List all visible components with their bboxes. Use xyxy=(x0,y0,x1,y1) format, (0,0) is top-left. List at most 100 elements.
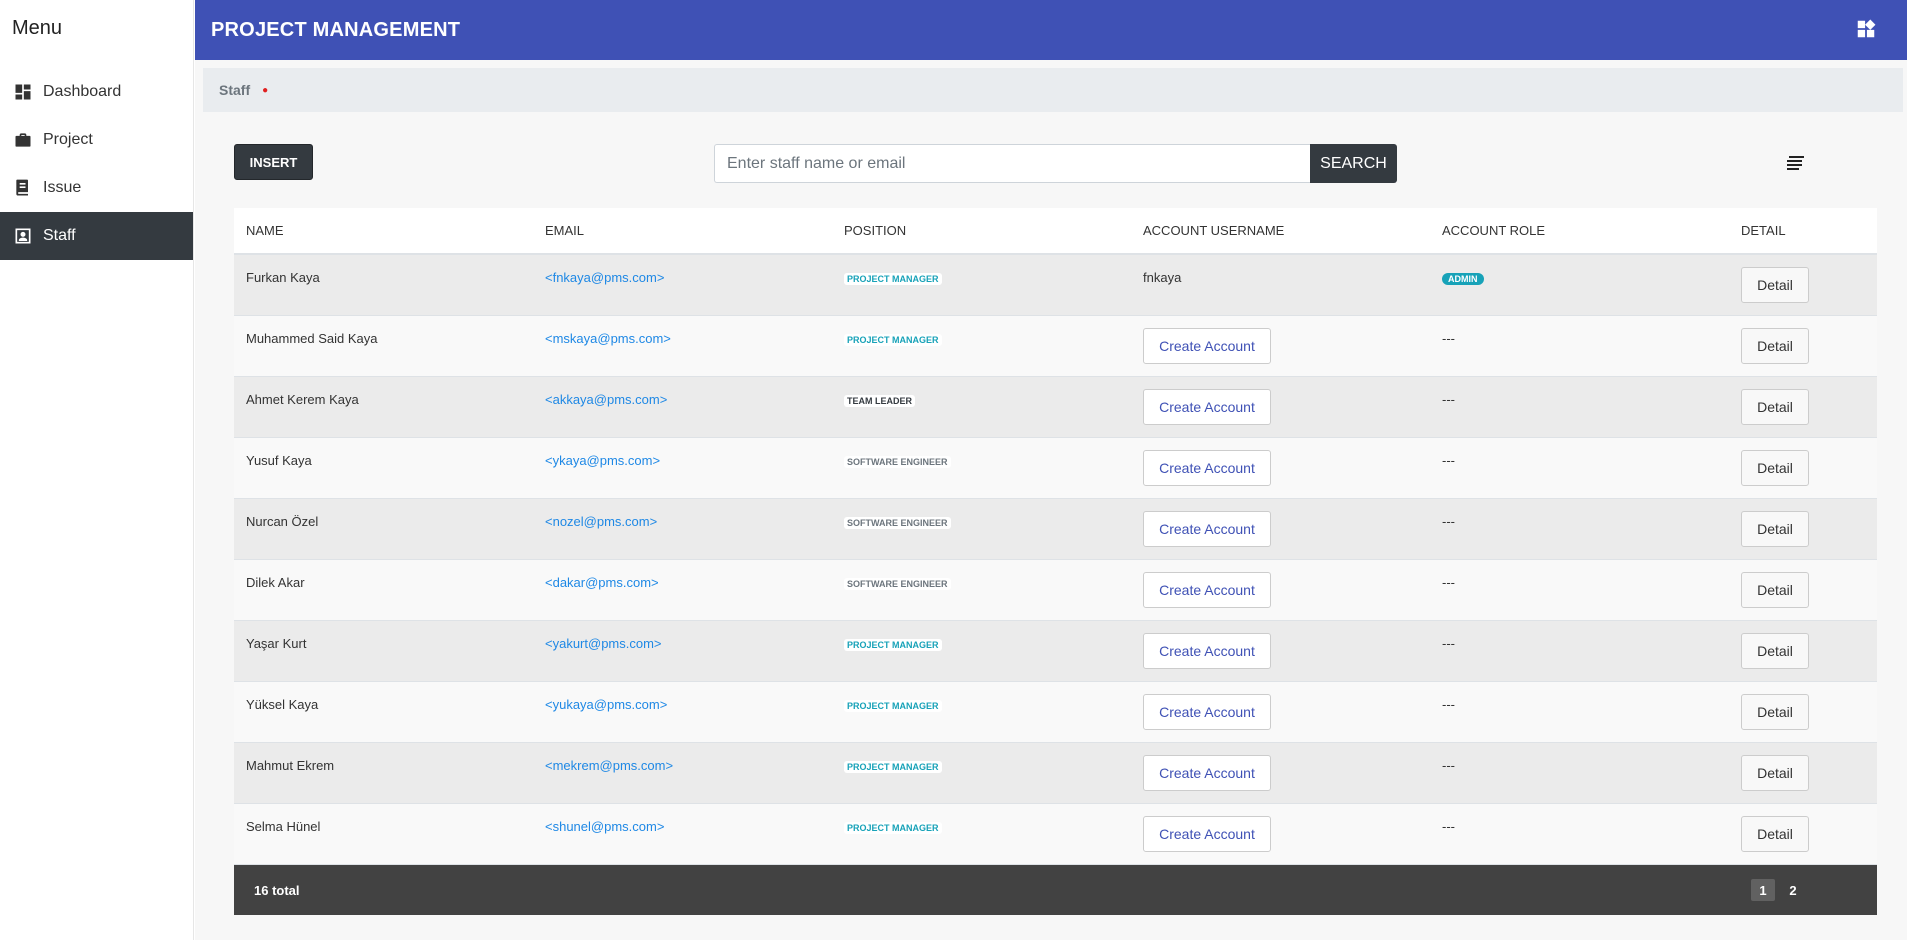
create-account-button[interactable]: Create Account xyxy=(1143,572,1271,608)
staff-email[interactable]: <yukaya@pms.com> xyxy=(545,697,667,712)
staff-email[interactable]: <mskaya@pms.com> xyxy=(545,331,671,346)
staff-email[interactable]: <ykaya@pms.com> xyxy=(545,453,660,468)
staff-table: NAME EMAIL POSITION ACCOUNT USERNAME ACC… xyxy=(234,208,1877,865)
search-input[interactable] xyxy=(714,144,1310,183)
dashboard-icon xyxy=(13,82,33,102)
create-account-button[interactable]: Create Account xyxy=(1143,511,1271,547)
position-badge: PROJECT MANAGER xyxy=(844,273,942,285)
total-count: 16 total xyxy=(254,882,300,898)
create-account-button[interactable]: Create Account xyxy=(1143,816,1271,852)
table-row: Yüksel Kaya <yukaya@pms.com> PROJECT MAN… xyxy=(234,682,1877,743)
create-account-button[interactable]: Create Account xyxy=(1143,450,1271,486)
column-header-email: EMAIL xyxy=(545,223,585,238)
staff-name: Nurcan Özel xyxy=(246,514,319,529)
create-account-button[interactable]: Create Account xyxy=(1143,389,1271,425)
column-header-position: POSITION xyxy=(844,223,907,238)
sidebar-item-label: Dashboard xyxy=(43,83,122,100)
staff-email[interactable]: <nozel@pms.com> xyxy=(545,514,657,529)
staff-name: Yusuf Kaya xyxy=(246,453,312,468)
detail-button[interactable]: Detail xyxy=(1741,267,1809,303)
create-account-button[interactable]: Create Account xyxy=(1143,633,1271,669)
detail-button[interactable]: Detail xyxy=(1741,389,1809,425)
account-role-empty: --- xyxy=(1442,392,1455,407)
sidebar-item-staff[interactable]: Staff xyxy=(0,212,193,260)
table-row: Dilek Akar <dakar@pms.com> SOFTWARE ENGI… xyxy=(234,560,1877,621)
detail-button[interactable]: Detail xyxy=(1741,816,1809,852)
page-button-2[interactable]: 2 xyxy=(1781,879,1805,901)
detail-button[interactable]: Detail xyxy=(1741,572,1809,608)
table-row: Yaşar Kurt <yakurt@pms.com> PROJECT MANA… xyxy=(234,621,1877,682)
sidebar-item-label: Issue xyxy=(43,179,82,196)
sidebar-title: Menu xyxy=(12,17,63,39)
page-button-1[interactable]: 1 xyxy=(1751,879,1775,901)
search-button[interactable]: SEARCH xyxy=(1310,144,1397,183)
app-header: PROJECT MANAGEMENT xyxy=(195,0,1907,60)
staff-name: Yüksel Kaya xyxy=(246,697,319,712)
sidebar-list: Dashboard Project Issue Staff xyxy=(0,68,193,260)
position-badge: SOFTWARE ENGINEER xyxy=(844,456,951,468)
sidebar-item-label: Project xyxy=(43,131,93,148)
main-content: Staff ● INSERT SEARCH NAME EMAIL POSITIO… xyxy=(195,60,1907,940)
table-header: NAME EMAIL POSITION ACCOUNT USERNAME ACC… xyxy=(234,208,1877,255)
insert-button[interactable]: INSERT xyxy=(234,144,313,180)
staff-email[interactable]: <fnkaya@pms.com> xyxy=(545,270,664,285)
detail-button[interactable]: Detail xyxy=(1741,694,1809,730)
widgets-icon[interactable] xyxy=(1855,18,1877,40)
position-badge: PROJECT MANAGER xyxy=(844,822,942,834)
position-badge: PROJECT MANAGER xyxy=(844,700,942,712)
table-row: Ahmet Kerem Kaya <akkaya@pms.com> TEAM L… xyxy=(234,377,1877,438)
staff-email[interactable]: <dakar@pms.com> xyxy=(545,575,659,590)
staff-email[interactable]: <yakurt@pms.com> xyxy=(545,636,662,651)
account-role-empty: --- xyxy=(1442,758,1455,773)
column-header-account-role: ACCOUNT ROLE xyxy=(1442,223,1546,238)
staff-email[interactable]: <mekrem@pms.com> xyxy=(545,758,673,773)
table-row: Muhammed Said Kaya <mskaya@pms.com> PROJ… xyxy=(234,316,1877,377)
sidebar-item-dashboard[interactable]: Dashboard xyxy=(0,68,193,116)
pagination: 1 2 xyxy=(1745,879,1805,901)
staff-name: Muhammed Said Kaya xyxy=(246,331,378,346)
staff-icon xyxy=(13,226,33,246)
briefcase-icon xyxy=(13,130,33,150)
staff-name: Ahmet Kerem Kaya xyxy=(246,392,359,407)
staff-name: Yaşar Kurt xyxy=(246,636,307,651)
column-header-detail: DETAIL xyxy=(1741,223,1786,238)
position-badge: SOFTWARE ENGINEER xyxy=(844,578,951,590)
detail-button[interactable]: Detail xyxy=(1741,450,1809,486)
create-account-button[interactable]: Create Account xyxy=(1143,328,1271,364)
filter-list-icon[interactable] xyxy=(1786,154,1806,170)
detail-button[interactable]: Detail xyxy=(1741,755,1809,791)
search-bar: SEARCH xyxy=(714,144,1397,183)
breadcrumb-dot-icon: ● xyxy=(262,84,269,96)
account-username: fnkaya xyxy=(1143,270,1182,285)
detail-button[interactable]: Detail xyxy=(1741,633,1809,669)
staff-email[interactable]: <akkaya@pms.com> xyxy=(545,392,667,407)
account-role-empty: --- xyxy=(1442,514,1455,529)
table-footer: 16 total 1 2 xyxy=(234,865,1877,915)
app-title: PROJECT MANAGEMENT xyxy=(211,18,461,41)
detail-button[interactable]: Detail xyxy=(1741,328,1809,364)
sidebar: Menu Dashboard Project Issue Staff xyxy=(0,0,194,940)
table-row: Yusuf Kaya <ykaya@pms.com> SOFTWARE ENGI… xyxy=(234,438,1877,499)
position-badge: PROJECT MANAGER xyxy=(844,761,942,773)
staff-name: Dilek Akar xyxy=(246,575,305,590)
account-role-empty: --- xyxy=(1442,575,1455,590)
table-row: Furkan Kaya <fnkaya@pms.com> PROJECT MAN… xyxy=(234,255,1877,316)
create-account-button[interactable]: Create Account xyxy=(1143,694,1271,730)
sidebar-item-project[interactable]: Project xyxy=(0,116,193,164)
role-badge: ADMIN xyxy=(1442,273,1484,285)
position-badge: SOFTWARE ENGINEER xyxy=(844,517,951,529)
breadcrumb-current[interactable]: Staff xyxy=(219,82,250,98)
position-badge: PROJECT MANAGER xyxy=(844,639,942,651)
account-role-empty: --- xyxy=(1442,697,1455,712)
sidebar-item-label: Staff xyxy=(43,227,76,244)
position-badge: TEAM LEADER xyxy=(844,395,915,407)
table-row: Selma Hünel <shunel@pms.com> PROJECT MAN… xyxy=(234,804,1877,865)
issue-icon xyxy=(13,178,33,198)
create-account-button[interactable]: Create Account xyxy=(1143,755,1271,791)
column-header-name: NAME xyxy=(246,223,284,238)
account-role-empty: --- xyxy=(1442,453,1455,468)
staff-email[interactable]: <shunel@pms.com> xyxy=(545,819,664,834)
table-row: Nurcan Özel <nozel@pms.com> SOFTWARE ENG… xyxy=(234,499,1877,560)
sidebar-item-issue[interactable]: Issue xyxy=(0,164,193,212)
detail-button[interactable]: Detail xyxy=(1741,511,1809,547)
